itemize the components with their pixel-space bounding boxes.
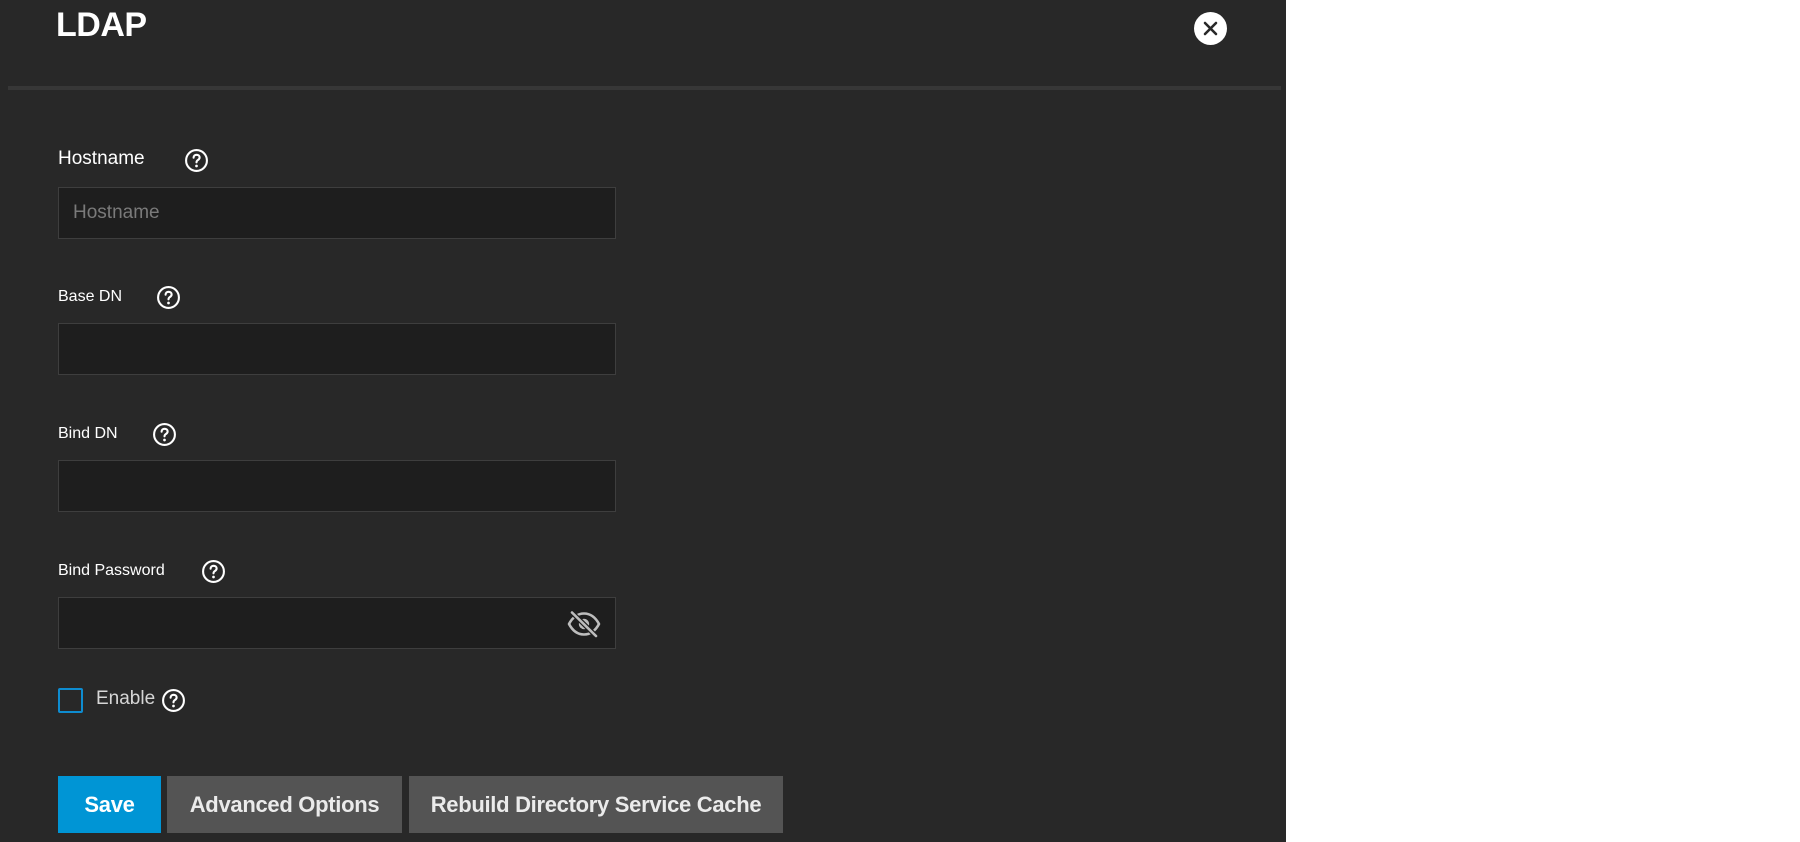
hostname-input[interactable]	[59, 188, 615, 238]
hostname-label: Hostname	[58, 148, 145, 169]
dialog-title: LDAP	[56, 6, 147, 44]
save-button[interactable]: Save	[58, 776, 161, 833]
hostname-input-wrapper	[58, 187, 616, 239]
rebuild-cache-button[interactable]: Rebuild Directory Service Cache	[409, 776, 783, 833]
ldap-dialog: LDAP Hostname Base DN Bind DN	[0, 0, 1286, 842]
bind-password-input[interactable]	[59, 598, 615, 648]
base-dn-input-wrapper	[58, 323, 616, 375]
close-button[interactable]	[1194, 12, 1227, 45]
help-icon[interactable]	[156, 285, 181, 310]
close-icon	[1203, 21, 1218, 36]
advanced-options-button[interactable]: Advanced Options	[167, 776, 402, 833]
bind-dn-label: Bind DN	[58, 425, 118, 442]
eye-off-icon[interactable]	[567, 610, 601, 638]
help-icon[interactable]	[161, 688, 186, 713]
help-icon[interactable]	[184, 148, 209, 173]
bind-password-label: Bind Password	[58, 562, 165, 579]
bind-dn-input[interactable]	[59, 461, 615, 511]
enable-label: Enable	[96, 688, 156, 709]
bind-password-input-wrapper	[58, 597, 616, 649]
base-dn-label: Base DN	[58, 288, 123, 305]
help-icon[interactable]	[201, 559, 226, 584]
help-icon[interactable]	[152, 422, 177, 447]
header-divider	[8, 86, 1281, 90]
enable-checkbox[interactable]	[58, 688, 83, 713]
bind-dn-input-wrapper	[58, 460, 616, 512]
base-dn-input[interactable]	[59, 324, 615, 374]
